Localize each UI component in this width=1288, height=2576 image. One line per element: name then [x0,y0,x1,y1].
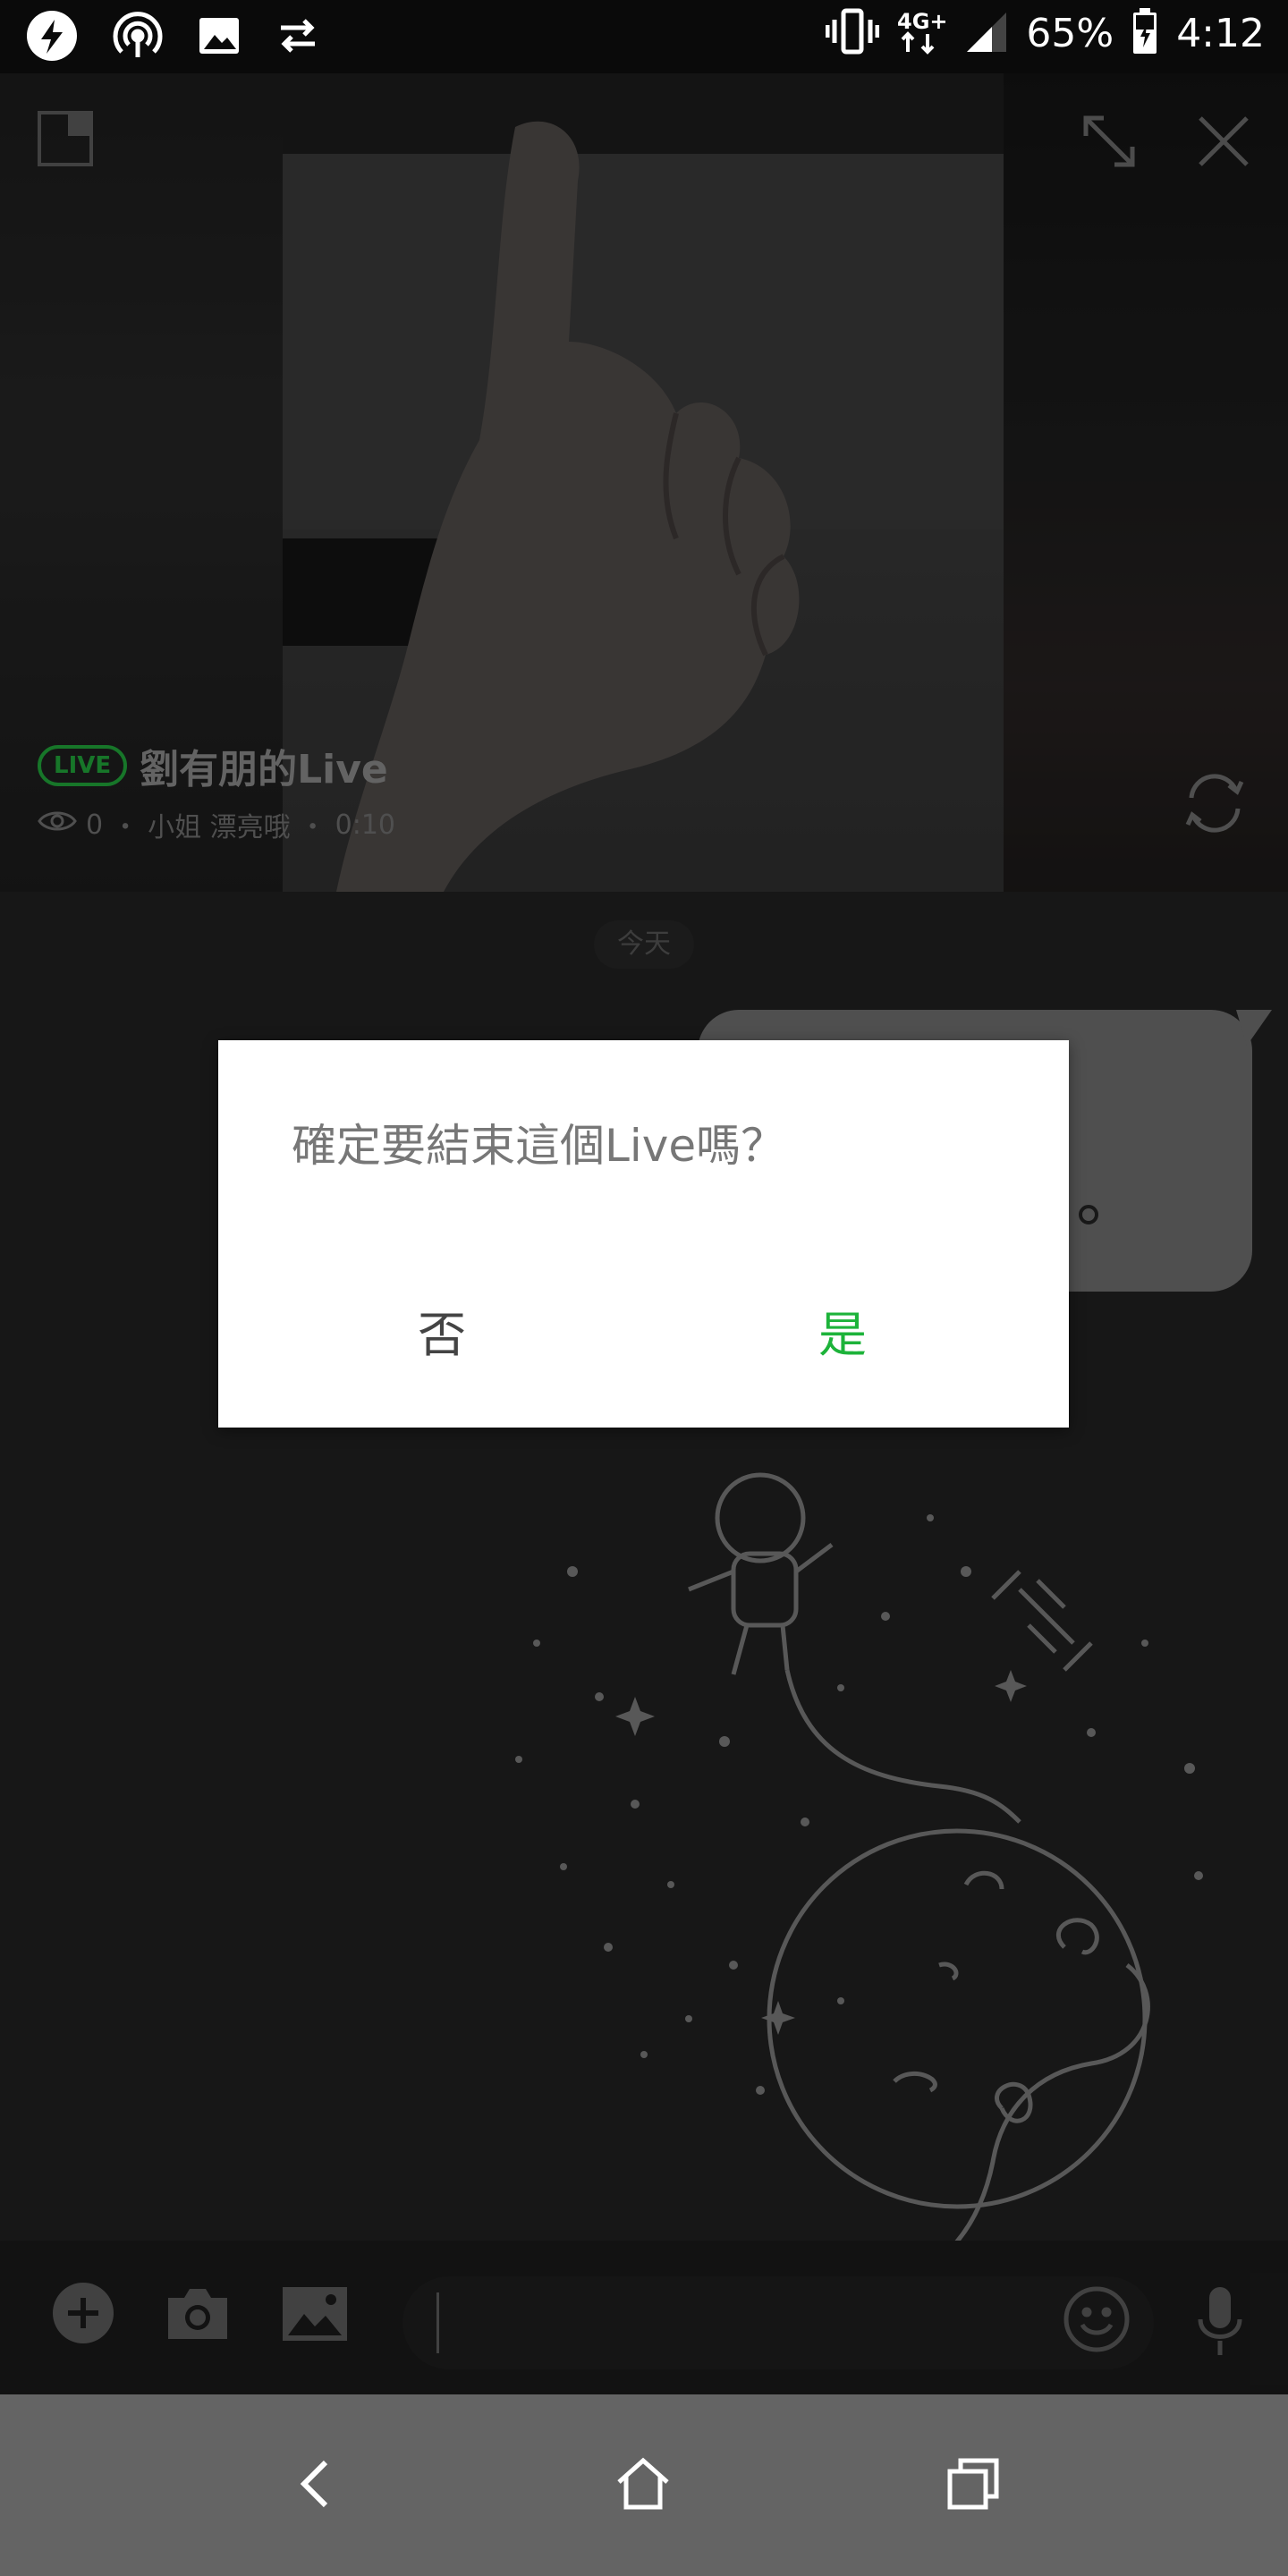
status-bar: 4G+ 65% 4:12 [0,0,1288,73]
vibrate-icon [825,7,880,59]
recents-icon[interactable] [946,2457,1000,2514]
svg-text:4G+: 4G+ [897,9,947,34]
battery-percent: 65% [1026,10,1114,56]
hotspot-icon [113,11,163,64]
clock: 4:12 [1176,10,1265,56]
back-icon[interactable] [290,2457,343,2514]
yes-button[interactable]: 是 [735,1291,950,1380]
screen: 4G+ 65% 4:12 LIVE 劉有朋的Live 0 ・ 小姐 漂亮哦 ・ … [0,0,1288,2576]
messenger-icon [25,9,79,66]
dialog-message: 確定要結束這個Live嗎？ [292,1120,786,1172]
battery-icon [1131,8,1158,58]
sync-icon [275,13,320,62]
system-nav-bar [0,2394,1288,2576]
end-live-dialog: 確定要結束這個Live嗎？ 否 是 [218,1040,1069,1428]
no-button[interactable]: 否 [335,1291,549,1380]
gallery-icon [197,13,242,62]
network-icon: 4G+ [897,7,948,59]
home-icon[interactable] [615,2457,671,2514]
signal-icon [965,9,1008,57]
